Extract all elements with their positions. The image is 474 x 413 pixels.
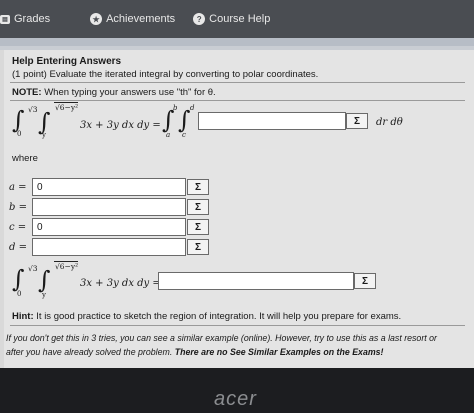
nav-course-help[interactable]: ? Course Help bbox=[193, 13, 270, 25]
sigma-equation-button[interactable]: Σ bbox=[187, 179, 209, 195]
bound-b-label: b = bbox=[9, 202, 27, 213]
integral-sign: ∫ bbox=[12, 106, 25, 134]
polar-inner-lower: c bbox=[182, 131, 186, 139]
integral-value-input[interactable] bbox=[158, 272, 354, 290]
polar-integrand-input[interactable] bbox=[198, 112, 346, 130]
nav-course-help-label: Course Help bbox=[209, 13, 271, 25]
nav-achievements[interactable]: ★ Achievements bbox=[90, 13, 175, 25]
nav-achievements-label: Achievements bbox=[106, 13, 176, 25]
footer-note-line1: If you don't get this in 3 tries, you ca… bbox=[6, 333, 437, 343]
polar-outer-lower: a bbox=[166, 131, 171, 139]
bound-c-input[interactable]: 0 bbox=[32, 218, 186, 236]
hint-label: Hint: bbox=[12, 311, 34, 322]
bound-a-input[interactable]: 0 bbox=[32, 178, 186, 196]
outer-lower-limit: 0 bbox=[17, 290, 22, 298]
inner-upper-limit: √6−y² bbox=[54, 102, 79, 112]
nav-grades-label: Grades bbox=[14, 13, 51, 25]
course-navbar: ▤ Grades ★ Achievements ? Course Help bbox=[0, 0, 474, 38]
inner-lower-limit: y bbox=[42, 291, 46, 299]
differential-suffix: dr dθ bbox=[376, 117, 403, 128]
bound-a-label: a = bbox=[9, 182, 27, 193]
footer-note-line2: after you have already solved the proble… bbox=[6, 347, 384, 357]
note-text: When typing your answers use "th" for θ. bbox=[44, 87, 216, 98]
footer-note-plain: after you have already solved the proble… bbox=[6, 347, 173, 357]
nav-grades[interactable]: ▤ Grades bbox=[0, 13, 50, 25]
note-label: NOTE: bbox=[12, 87, 42, 98]
divider bbox=[10, 82, 465, 83]
integrand: 3x + 3y dx dy = bbox=[80, 120, 161, 131]
integral-sign: ∫ bbox=[12, 265, 25, 293]
outer-upper-limit: √3 bbox=[28, 264, 38, 273]
hint: Hint: It is good practice to sketch the … bbox=[12, 311, 401, 322]
sigma-equation-button[interactable]: Σ bbox=[187, 239, 209, 255]
bound-d-label: d = bbox=[9, 242, 27, 253]
grades-icon: ▤ bbox=[0, 14, 10, 24]
question-icon: ? bbox=[193, 13, 206, 25]
outer-upper-limit: √3 bbox=[28, 105, 38, 114]
sigma-equation-button[interactable]: Σ bbox=[187, 219, 209, 235]
inner-lower-limit: y bbox=[42, 131, 46, 139]
bound-b-input[interactable] bbox=[32, 198, 186, 216]
inner-upper-limit: √6−y² bbox=[54, 261, 79, 271]
sigma-equation-button[interactable]: Σ bbox=[354, 273, 376, 289]
header-band bbox=[0, 38, 474, 46]
brand-logo: acer bbox=[214, 388, 257, 410]
polar-inner-upper: d bbox=[190, 104, 195, 112]
divider bbox=[10, 100, 465, 101]
hint-text: It is good practice to sketch the region… bbox=[36, 311, 402, 322]
polar-outer-upper: b bbox=[173, 104, 178, 112]
star-icon: ★ bbox=[90, 13, 103, 25]
integral-sign: ∫ bbox=[38, 266, 51, 294]
help-entering-answers-link[interactable]: Help Entering Answers bbox=[12, 56, 121, 67]
integrand: 3x + 3y dx dy = bbox=[80, 278, 161, 289]
problem-statement: (1 point) Evaluate the iterated integral… bbox=[12, 69, 319, 80]
bound-c-label: c = bbox=[9, 222, 27, 233]
sigma-equation-button[interactable]: Σ bbox=[187, 199, 209, 215]
where-label: where bbox=[12, 153, 38, 164]
note: NOTE: When typing your answers use "th" … bbox=[12, 87, 216, 98]
divider bbox=[10, 325, 465, 326]
outer-lower-limit: 0 bbox=[17, 130, 22, 138]
integral-sign: ∫ bbox=[178, 106, 191, 134]
sigma-equation-button[interactable]: Σ bbox=[346, 113, 368, 129]
bound-d-input[interactable] bbox=[32, 238, 186, 256]
footer-note-bold: There are no See Similar Examples on the… bbox=[174, 347, 384, 357]
